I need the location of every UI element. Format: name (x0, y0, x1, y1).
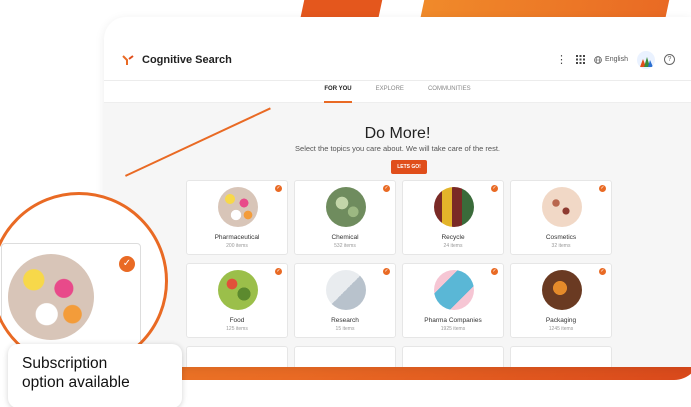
topic-card[interactable] (402, 346, 504, 367)
page-title: Do More! (364, 125, 431, 142)
check-icon: ✓ (119, 256, 135, 272)
check-icon[interactable]: ✓ (275, 185, 282, 192)
lets-go-button[interactable]: LETS GO! (391, 160, 427, 174)
topic-count: 125 items (226, 326, 248, 332)
packaging-image (542, 270, 582, 310)
check-icon[interactable]: ✓ (599, 268, 606, 275)
check-icon[interactable]: ✓ (383, 185, 390, 192)
topic-name: Research (331, 317, 359, 324)
check-icon[interactable]: ✓ (383, 268, 390, 275)
blister-pack-image (434, 270, 474, 310)
kebab-menu-icon[interactable]: ⋮ (556, 53, 567, 66)
tab-for-you[interactable]: FOR YOU (324, 81, 352, 103)
topic-name: Food (229, 317, 245, 324)
topic-card-packaging[interactable]: ✓ Packaging 1245 items (510, 263, 612, 338)
topic-card-pharmaceutical[interactable]: ✓ Pharmaceutical 200 items (186, 180, 288, 255)
topic-count: 1925 items (440, 326, 466, 332)
marketing-screenshot: { "app": {"title": "Cognitive Search"}, … (0, 0, 691, 407)
topic-name: Recycle (441, 234, 465, 241)
app-title: Cognitive Search (142, 53, 232, 66)
topic-card[interactable] (510, 346, 612, 367)
apps-grid-icon[interactable] (576, 55, 586, 64)
topic-count: 24 items (443, 243, 463, 249)
topic-count: 200 items (226, 243, 248, 249)
tab-explore[interactable]: EXPLORE (376, 81, 404, 103)
help-icon[interactable]: ? (664, 54, 675, 65)
topic-card[interactable] (186, 346, 288, 367)
check-icon[interactable]: ✓ (491, 185, 498, 192)
globe-icon (594, 55, 602, 64)
topic-card-food[interactable]: ✓ Food 125 items (186, 263, 288, 338)
app-window: Cognitive Search ⋮ English ? FOR YOU EXP… (104, 17, 691, 367)
subscription-callout: Subscription option available (8, 344, 182, 407)
callout-line: option available (22, 374, 130, 391)
food-image (218, 270, 258, 310)
topic-card-cosmetics[interactable]: ✓ Cosmetics 32 items (510, 180, 612, 255)
cosmetics-image (542, 187, 582, 227)
tab-bar: FOR YOU EXPLORE COMMUNITIES (104, 81, 691, 103)
topic-card-research[interactable]: ✓ Research 15 items (294, 263, 396, 338)
topic-card-recycle[interactable]: ✓ Recycle 24 items (402, 180, 504, 255)
check-icon[interactable]: ✓ (599, 185, 606, 192)
pills-image (8, 254, 94, 340)
topic-name: Cosmetics (545, 234, 577, 241)
pills-image (218, 187, 258, 227)
research-image (326, 270, 366, 310)
app-header: Cognitive Search ⋮ English ? (104, 39, 691, 81)
check-icon[interactable]: ✓ (491, 268, 498, 275)
header-actions: ⋮ English ? (556, 50, 675, 69)
topic-card[interactable] (294, 346, 396, 367)
topic-count: 32 items (551, 243, 571, 249)
topic-count: 15 items (335, 326, 355, 332)
language-label: English (605, 56, 628, 63)
language-selector[interactable]: English (594, 55, 628, 64)
topic-name: Chemical (331, 234, 359, 241)
topic-count: 1245 items (548, 326, 574, 332)
logo-icon (122, 54, 134, 65)
molecule-image (326, 187, 366, 227)
check-icon[interactable]: ✓ (275, 268, 282, 275)
topic-name: Pharma Companies (424, 317, 482, 324)
topic-name: Pharmaceutical (214, 234, 260, 241)
topic-card-chemical[interactable]: ✓ Chemical 532 items (294, 180, 396, 255)
avatar-icon (640, 56, 653, 67)
tab-communities[interactable]: COMMUNITIES (428, 81, 471, 103)
topic-count: 532 items (334, 243, 356, 249)
avatar[interactable] (637, 50, 655, 69)
callout-line: Subscription (22, 355, 108, 372)
recycle-bins-image (434, 187, 474, 227)
topic-card-pharma-companies[interactable]: ✓ Pharma Companies 1925 items (402, 263, 504, 338)
topic-name: Packaging (545, 317, 577, 324)
